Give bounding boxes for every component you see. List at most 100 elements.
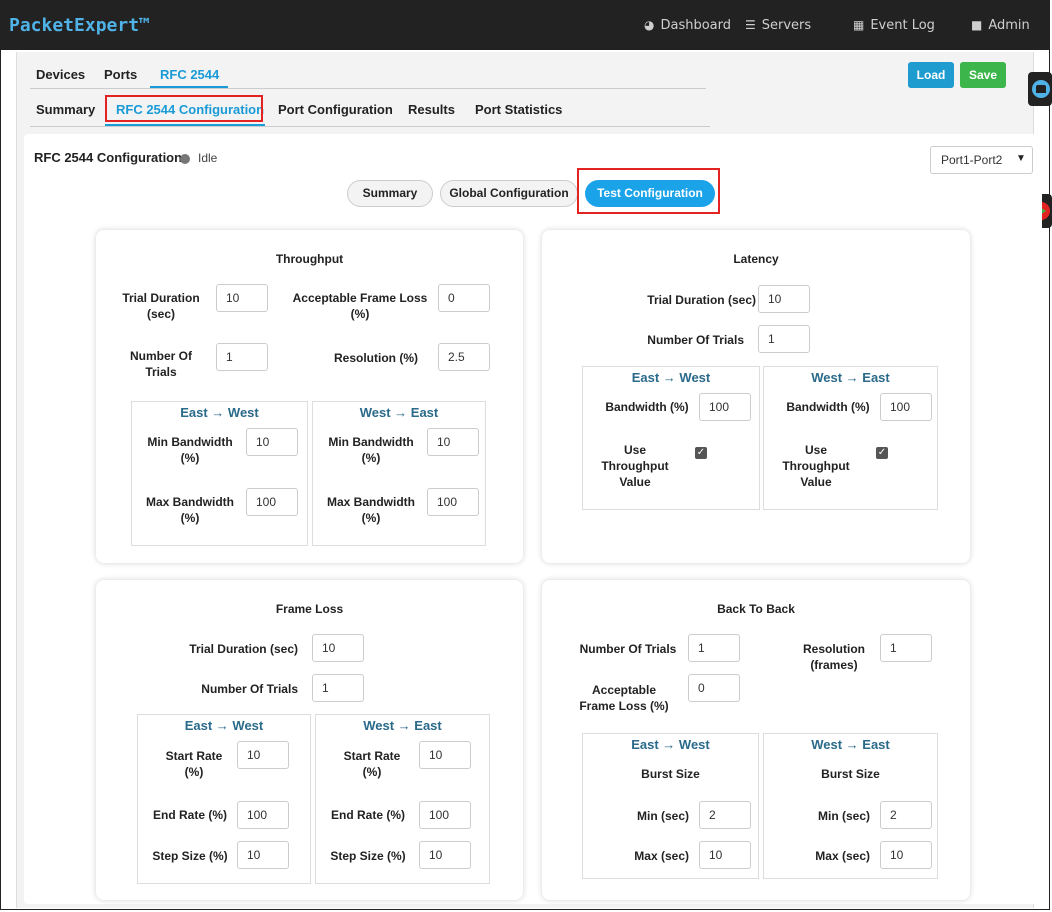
page-title: RFC 2544 Configuration	[34, 150, 183, 165]
save-button[interactable]: Save	[960, 62, 1006, 88]
step-size-label: Step Size (%)	[330, 849, 406, 863]
step-size-input[interactable]: 10	[419, 841, 471, 869]
start-rate-label: Start Rate (%)	[343, 749, 401, 779]
subtab-port-statistics[interactable]: Port Statistics	[475, 102, 562, 117]
latency-east-west: East → West Bandwidth (%) 100 Use Throug…	[582, 366, 760, 510]
frameloss-west-east: West → East Start Rate (%) 10 End Rate (…	[315, 714, 490, 884]
frame-loss-card: Frame Loss Trial Duration (sec) 10 Numbe…	[96, 580, 523, 900]
end-rate-input[interactable]: 100	[419, 801, 471, 829]
nav-admin[interactable]: ■ Admin	[971, 18, 1030, 33]
chevron-down-icon: ▼	[1016, 153, 1026, 164]
side-home-button[interactable]	[1028, 72, 1052, 106]
subtab-results[interactable]: Results	[408, 102, 455, 117]
min-bandwidth-input[interactable]: 10	[427, 428, 479, 456]
bandwidth-input[interactable]: 100	[699, 393, 751, 421]
brand-logo[interactable]: PacketExpert™	[9, 15, 150, 36]
max-bandwidth-input[interactable]: 100	[246, 488, 298, 516]
subtabs-divider	[30, 126, 710, 127]
num-trials-label: Number Of Trials	[579, 642, 677, 656]
card-title: Throughput	[275, 252, 344, 266]
num-trials-input[interactable]: 1	[312, 674, 364, 702]
card-title: Back To Back	[717, 602, 795, 616]
min-sec-label: Min (sec)	[817, 809, 870, 823]
direction-title: East → West	[631, 737, 710, 752]
bandwidth-label: Bandwidth (%)	[786, 400, 870, 414]
home-icon	[1032, 80, 1050, 98]
trial-duration-input[interactable]: 10	[216, 284, 268, 312]
num-trials-label: Number Of Trials	[201, 682, 298, 696]
resolution-input[interactable]: 1	[880, 634, 932, 662]
use-throughput-checkbox[interactable]: ✓	[876, 447, 888, 459]
direction-title: West → East	[811, 370, 890, 385]
num-trials-label: Number Of Trials	[647, 333, 744, 347]
port-select[interactable]: Port1-Port2 ▼	[930, 146, 1033, 174]
end-rate-label: End Rate (%)	[330, 808, 405, 822]
direction-title: East → West	[631, 370, 711, 385]
pill-global-configuration[interactable]: Global Configuration	[440, 180, 578, 207]
max-sec-input[interactable]: 10	[699, 841, 751, 869]
min-sec-input[interactable]: 2	[880, 801, 932, 829]
frameloss-east-west: East → West Start Rate (%) 10 End Rate (…	[137, 714, 311, 884]
frame-loss-label: Acceptable Frame Loss (%)	[579, 683, 669, 713]
status-dot-icon	[180, 154, 190, 164]
pill-summary[interactable]: Summary	[347, 180, 433, 207]
max-bandwidth-input[interactable]: 100	[427, 488, 479, 516]
latency-west-east: West → East Bandwidth (%) 100 Use Throug…	[763, 366, 938, 510]
min-sec-label: Min (sec)	[636, 809, 689, 823]
highlight-box	[577, 168, 720, 214]
step-size-input[interactable]: 10	[237, 841, 289, 869]
frame-loss-label: Acceptable Frame Loss (%)	[292, 291, 428, 321]
max-sec-label: Max (sec)	[634, 849, 689, 863]
nav-dashboard[interactable]: ◕ Dashboard	[644, 18, 731, 33]
nav-servers[interactable]: ☰ Servers	[745, 18, 811, 33]
max-sec-input[interactable]: 10	[880, 841, 932, 869]
resolution-label: Resolution (frames)	[803, 642, 865, 672]
bandwidth-input[interactable]: 100	[880, 393, 932, 421]
tab-devices[interactable]: Devices	[36, 67, 85, 82]
start-rate-input[interactable]: 10	[237, 741, 289, 769]
load-button[interactable]: Load	[908, 62, 954, 88]
num-trials-input[interactable]: 1	[758, 325, 810, 353]
min-sec-input[interactable]: 2	[699, 801, 751, 829]
trial-duration-label: Trial Duration (sec)	[647, 293, 756, 307]
subtab-port-configuration[interactable]: Port Configuration	[278, 102, 393, 117]
direction-title: East → West	[184, 718, 264, 733]
user-icon: ■	[971, 18, 983, 32]
max-sec-label: Max (sec)	[815, 849, 870, 863]
top-navbar: PacketExpert™ ◕ Dashboard ☰ Servers ▦ Event…	[1, 1, 1049, 50]
trial-duration-label: Trial Duration (sec)	[189, 642, 298, 656]
frame-loss-input[interactable]: 0	[438, 284, 490, 312]
use-throughput-label: Use Throughput Value	[601, 443, 669, 489]
throughput-east-west: East → West Min Bandwidth (%) 10 Max Ban…	[131, 401, 308, 546]
use-throughput-checkbox[interactable]: ✓	[695, 447, 707, 459]
max-bandwidth-label: Max Bandwidth (%)	[326, 495, 415, 525]
num-trials-label: Number Of Trials	[129, 349, 192, 379]
throughput-west-east: West → East Min Bandwidth (%) 10 Max Ban…	[312, 401, 486, 546]
max-bandwidth-label: Max Bandwidth (%)	[145, 495, 234, 525]
end-rate-input[interactable]: 100	[237, 801, 289, 829]
tab-ports[interactable]: Ports	[104, 67, 137, 82]
use-throughput-label: Use Throughput Value	[782, 443, 850, 489]
card-title: Latency	[733, 252, 779, 266]
resolution-input[interactable]: 2.5	[438, 343, 490, 371]
start-rate-input[interactable]: 10	[419, 741, 471, 769]
min-bandwidth-label: Min Bandwidth (%)	[328, 435, 414, 465]
step-size-label: Step Size (%)	[152, 849, 228, 863]
resolution-label: Resolution (%)	[334, 351, 418, 365]
start-rate-label: Start Rate (%)	[165, 749, 223, 779]
frame-loss-input[interactable]: 0	[688, 674, 740, 702]
direction-title: West → East	[359, 405, 439, 420]
trial-duration-input[interactable]: 10	[312, 634, 364, 662]
trial-duration-input[interactable]: 10	[758, 285, 810, 313]
num-trials-input[interactable]: 1	[216, 343, 268, 371]
direction-title: West → East	[811, 737, 890, 752]
bandwidth-label: Bandwidth (%)	[605, 400, 689, 414]
nav-event-log[interactable]: ▦ Event Log	[853, 18, 935, 33]
back-to-back-card: Back To Back Number Of Trials 1 Resoluti…	[542, 580, 970, 900]
tabs-divider	[30, 88, 706, 89]
min-bandwidth-input[interactable]: 10	[246, 428, 298, 456]
subtab-summary[interactable]: Summary	[36, 102, 95, 117]
burst-size-label: Burst Size	[821, 767, 880, 781]
num-trials-input[interactable]: 1	[688, 634, 740, 662]
tab-rfc2544[interactable]: RFC 2544	[160, 67, 219, 82]
